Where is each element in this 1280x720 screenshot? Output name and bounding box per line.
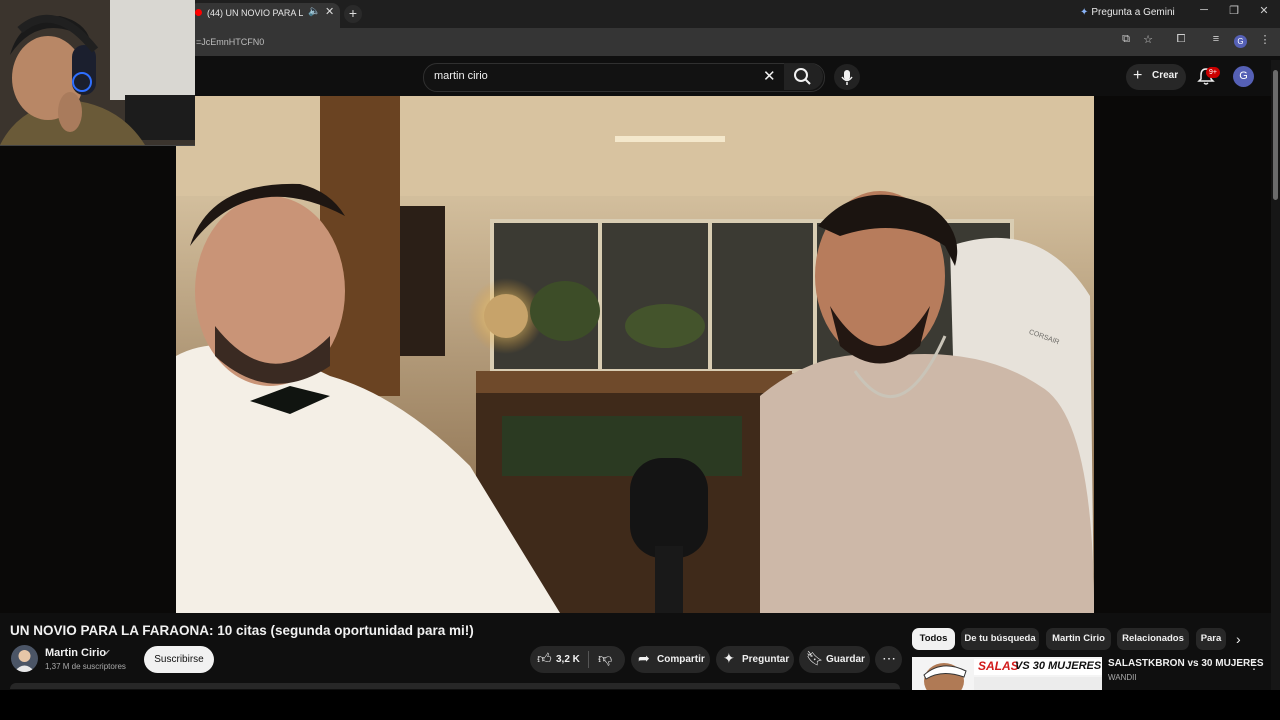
plus-icon: + bbox=[1133, 67, 1143, 84]
chevron-right-icon[interactable]: › bbox=[1236, 631, 1241, 647]
chip-todos[interactable]: Todos bbox=[912, 628, 955, 650]
gemini-button[interactable]: ✦ Pregunta a Gemini bbox=[1080, 7, 1175, 18]
account-avatar[interactable]: G bbox=[1233, 66, 1254, 87]
bookmark-star-icon[interactable]: ☆ bbox=[1140, 33, 1156, 46]
like-icon: 👍︎ bbox=[537, 650, 552, 666]
media-control-icon[interactable]: ≡ bbox=[1208, 33, 1224, 45]
mic-icon bbox=[841, 70, 853, 85]
close-icon[interactable]: ✕ bbox=[325, 5, 334, 18]
search-button[interactable] bbox=[784, 63, 823, 90]
chip-de-tu-busqueda[interactable]: De tu búsqueda bbox=[961, 628, 1039, 650]
notification-badge: 9+ bbox=[1206, 67, 1220, 78]
more-icon: ⋯ bbox=[882, 650, 896, 666]
channel-avatar-image bbox=[14, 650, 35, 672]
bottom-black-bar bbox=[0, 690, 1280, 720]
save-label: Guardar bbox=[826, 654, 865, 665]
scrollbar-thumb[interactable] bbox=[1273, 70, 1278, 200]
chip-relacionados[interactable]: Relacionados bbox=[1117, 628, 1189, 650]
ask-label: Preguntar bbox=[742, 654, 790, 665]
gemini-star-icon: ✦ bbox=[1080, 7, 1089, 18]
search-input[interactable]: martin cirio bbox=[434, 70, 488, 82]
share-label: Compartir bbox=[657, 654, 705, 665]
like-count: 3,2 K bbox=[556, 654, 580, 665]
new-tab-button[interactable]: + bbox=[344, 5, 362, 23]
description-box[interactable] bbox=[10, 683, 900, 689]
chip-para[interactable]: Para bbox=[1196, 628, 1226, 650]
voice-search-button[interactable] bbox=[834, 64, 860, 90]
sparkle-icon: ✦ bbox=[723, 650, 735, 666]
gemini-label: Pregunta a Gemini bbox=[1091, 7, 1175, 18]
more-vertical-icon[interactable]: ⋮ bbox=[1248, 658, 1260, 672]
dislike-icon: 👎︎ bbox=[598, 650, 613, 666]
save-icon: 🔖︎ bbox=[806, 650, 824, 666]
window-close-icon[interactable]: ✕ bbox=[1254, 4, 1274, 17]
subscribe-button[interactable]: Suscribirse bbox=[144, 646, 214, 673]
thumbnail-text-salas: SALAS bbox=[978, 659, 1019, 673]
create-label: Crear bbox=[1152, 70, 1179, 81]
youtube-favicon-icon bbox=[195, 9, 202, 16]
address-bar[interactable]: =JcEmnHTCFN0 bbox=[196, 37, 264, 47]
thumbnail-text-vs: VS 30 MUJERES bbox=[1015, 660, 1102, 672]
browser-profile-avatar[interactable]: G bbox=[1234, 35, 1247, 48]
recommendation-title[interactable]: SALASTKBRON vs 30 MUJERES bbox=[1108, 658, 1264, 669]
recommendation-thumbnail[interactable]: SALAS VS 30 MUJERES bbox=[912, 657, 1102, 690]
video-frame bbox=[0, 96, 1280, 613]
browser-menu-icon[interactable]: ⋮ bbox=[1257, 33, 1273, 46]
tab-title: (44) UN NOVIO PARA LA FA bbox=[207, 8, 303, 18]
channel-avatar[interactable] bbox=[11, 645, 38, 672]
verified-icon: ✔ bbox=[104, 648, 111, 657]
webcam-frame bbox=[0, 0, 195, 145]
chip-martin-cirio[interactable]: Martin Cirio bbox=[1046, 628, 1111, 650]
webcam-overlay bbox=[0, 0, 195, 146]
clear-search-icon[interactable]: ✕ bbox=[763, 67, 776, 85]
restore-icon[interactable]: ❐ bbox=[1224, 4, 1244, 17]
audio-icon[interactable]: 🔈 bbox=[308, 6, 320, 17]
channel-name[interactable]: Martin Cirio bbox=[45, 647, 106, 659]
extensions-icon[interactable]: ⧠ bbox=[1173, 33, 1189, 46]
video-player[interactable]: CORSAIR bbox=[0, 96, 1280, 613]
install-app-icon[interactable]: ⧉ bbox=[1118, 33, 1134, 46]
subscriber-count: 1,37 M de suscriptores bbox=[45, 662, 126, 671]
video-title: UN NOVIO PARA LA FARAONA: 10 citas (segu… bbox=[10, 623, 474, 638]
search-icon bbox=[794, 68, 811, 85]
recommendation-channel[interactable]: WANDII bbox=[1108, 673, 1137, 682]
share-icon: ➦ bbox=[638, 650, 650, 666]
minimize-icon[interactable]: ─ bbox=[1194, 4, 1214, 16]
